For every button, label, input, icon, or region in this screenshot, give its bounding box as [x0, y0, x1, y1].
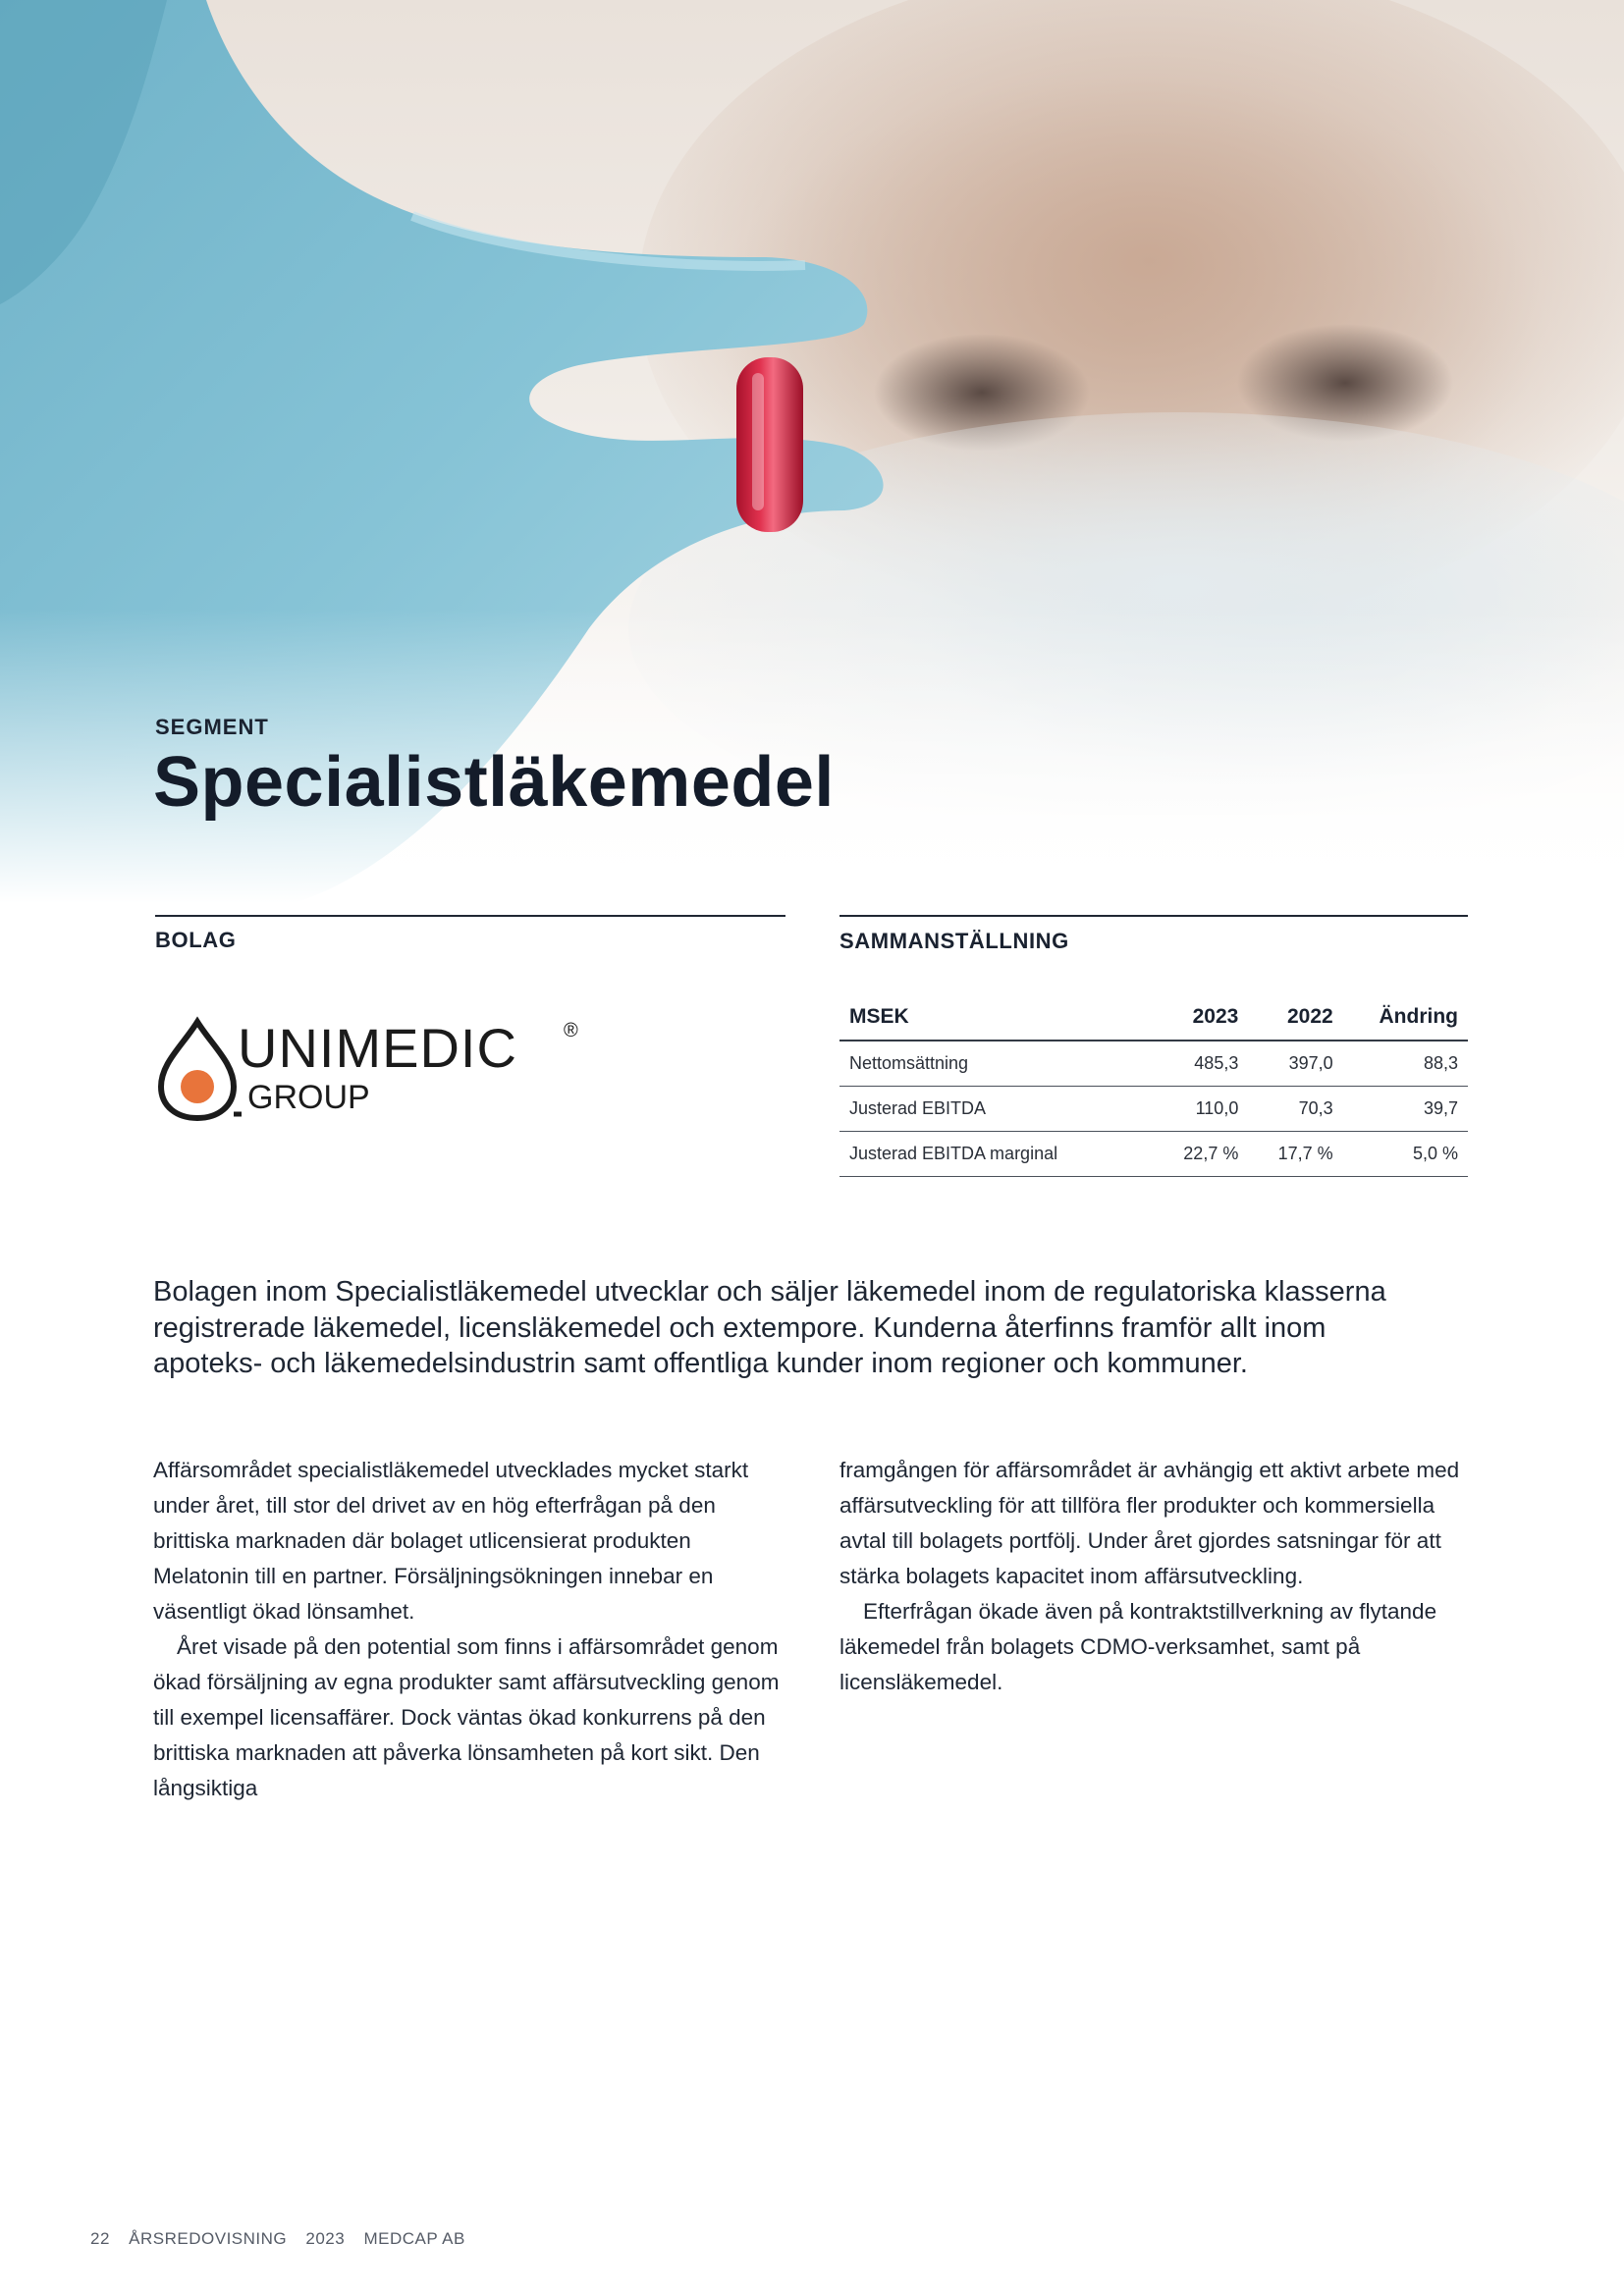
- table-row: Justerad EBITDA 110,0 70,3 39,7: [839, 1086, 1468, 1132]
- column-header: MSEK: [839, 994, 1154, 1041]
- table-cell: 485,3: [1154, 1041, 1249, 1087]
- table-cell: 88,3: [1342, 1041, 1468, 1087]
- table-cell: 5,0 %: [1342, 1131, 1468, 1177]
- table-cell: 70,3: [1248, 1086, 1343, 1132]
- body-paragraph: Året visade på den potential som finns i…: [153, 1634, 780, 1800]
- footer-doc-title: ÅRSREDOVISNING: [129, 2229, 288, 2248]
- footer-company: MEDCAP AB: [363, 2229, 465, 2248]
- segment-eyebrow: SEGMENT: [155, 715, 269, 739]
- summary-table: MSEK 2023 2022 Ändring Nettomsättning 48…: [839, 994, 1468, 1177]
- unimedic-group-logo: UNIMEDIC ® GROUP: [153, 1016, 595, 1124]
- company-section-rule: [155, 915, 785, 917]
- table-cell: 110,0: [1154, 1086, 1249, 1132]
- intro-paragraph: Bolagen inom Specialistläkemedel utveckl…: [153, 1276, 1386, 1379]
- table-row: Nettomsättning 485,3 397,0 88,3: [839, 1041, 1468, 1087]
- table-cell: Justerad EBITDA marginal: [839, 1131, 1154, 1177]
- column-header: Ändring: [1342, 994, 1468, 1041]
- table-cell: Justerad EBITDA: [839, 1086, 1154, 1132]
- logo-wordmark: UNIMEDIC: [238, 1017, 517, 1079]
- column-header: 2023: [1154, 994, 1249, 1041]
- summary-section-label: SAMMANSTÄLLNING: [839, 929, 1069, 953]
- table-cell: 22,7 %: [1154, 1131, 1249, 1177]
- registered-mark: ®: [564, 1020, 578, 1041]
- body-paragraph: Affärsområdet specialistläkemedel utveck…: [153, 1458, 749, 1624]
- table-cell: 17,7 %: [1248, 1131, 1343, 1177]
- body-paragraph: framgången för affärsområdet är avhängig…: [839, 1458, 1460, 1588]
- drop-icon: [157, 1016, 242, 1122]
- table-cell: 39,7: [1342, 1086, 1468, 1132]
- table-cell: Nettomsättning: [839, 1041, 1154, 1087]
- table-row: Justerad EBITDA marginal 22,7 % 17,7 % 5…: [839, 1131, 1468, 1177]
- page-footer: 22 ÅRSREDOVISNING 2023 MEDCAP AB: [90, 2229, 479, 2249]
- body-column-left: Affärsområdet specialistläkemedel utveck…: [153, 1453, 791, 1806]
- footer-year: 2023: [305, 2229, 346, 2248]
- table-header-row: MSEK 2023 2022 Ändring: [839, 994, 1468, 1041]
- logo-subtext: GROUP: [247, 1079, 370, 1116]
- summary-section-rule: [839, 915, 1468, 917]
- column-header: 2022: [1248, 994, 1343, 1041]
- company-section-label: BOLAG: [155, 928, 237, 952]
- body-paragraph: Efterfrågan ökade även på kontraktstillv…: [839, 1599, 1437, 1694]
- body-column-right: framgången för affärsområdet är avhängig…: [839, 1453, 1478, 1700]
- page-title: Specialistläkemedel: [153, 743, 835, 822]
- page-number: 22: [90, 2229, 110, 2248]
- table-cell: 397,0: [1248, 1041, 1343, 1087]
